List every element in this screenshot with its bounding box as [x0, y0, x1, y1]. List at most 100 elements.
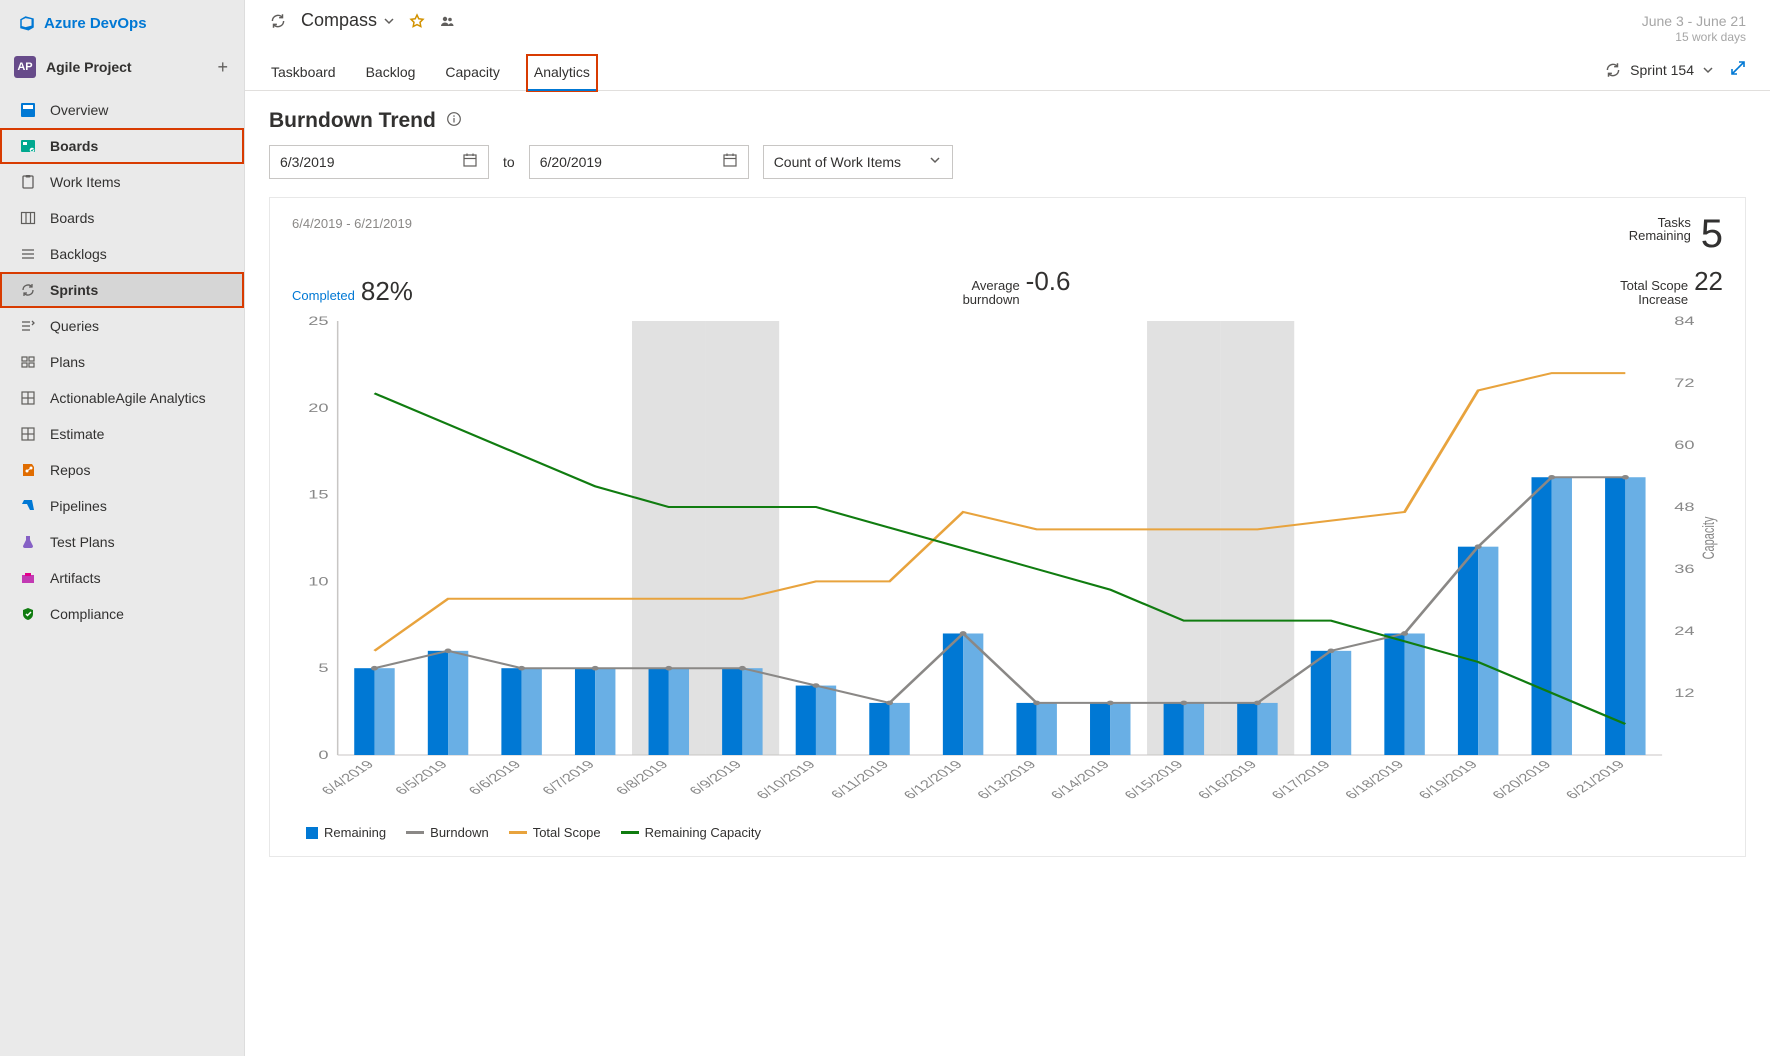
svg-text:6/12/2019: 6/12/2019	[900, 759, 966, 802]
svg-text:6/4/2019: 6/4/2019	[318, 759, 378, 798]
sprint-cycle-icon	[1604, 61, 1622, 79]
calendar-icon	[462, 152, 478, 171]
sidebar-item-test-plans[interactable]: Test Plans	[0, 524, 244, 560]
sidebar-label: Boards	[50, 210, 94, 226]
start-date-value: 6/3/2019	[280, 154, 335, 170]
svg-text:6/16/2019: 6/16/2019	[1195, 759, 1261, 802]
metric-dropdown-value: Count of Work Items	[774, 154, 901, 170]
pipelines-icon	[18, 498, 38, 514]
project-name: Agile Project	[46, 59, 132, 75]
team-members-icon[interactable]	[439, 13, 455, 29]
svg-text:6/13/2019: 6/13/2019	[974, 759, 1040, 802]
work-days-text: 15 work days	[1642, 30, 1746, 46]
chart-legend: Remaining Burndown Total Scope Remaining…	[292, 815, 1723, 842]
project-initials-badge: AP	[14, 56, 36, 78]
sidebar-item-compliance[interactable]: Compliance	[0, 596, 244, 632]
sidebar-item-overview[interactable]: Overview	[0, 92, 244, 128]
sidebar-label: Sprints	[50, 282, 98, 298]
board-grid-icon	[18, 210, 38, 226]
calendar-icon	[722, 152, 738, 171]
svg-text:0: 0	[318, 749, 328, 762]
add-project-icon[interactable]: +	[217, 57, 228, 78]
sidebar-item-estimate[interactable]: Estimate	[0, 416, 244, 452]
svg-text:6/5/2019: 6/5/2019	[392, 759, 452, 798]
sidebar-label: Compliance	[50, 606, 124, 622]
sidebar-item-artifacts[interactable]: Artifacts	[0, 560, 244, 596]
tab-capacity[interactable]: Capacity	[443, 56, 501, 90]
azure-devops-logo-icon	[18, 14, 36, 32]
svg-text:25: 25	[308, 315, 328, 328]
tasks-remaining-value: 5	[1701, 216, 1723, 252]
repos-icon	[18, 462, 38, 478]
info-icon[interactable]	[446, 111, 462, 130]
artifacts-icon	[18, 570, 38, 586]
project-row[interactable]: AP Agile Project +	[0, 42, 244, 92]
svg-text:12: 12	[1674, 687, 1694, 700]
svg-text:20: 20	[308, 402, 328, 415]
svg-text:6/6/2019: 6/6/2019	[466, 759, 526, 798]
sidebar-item-sprints[interactable]: Sprints	[0, 272, 244, 308]
scope-label-2: Increase	[1638, 292, 1688, 307]
svg-text:6/20/2019: 6/20/2019	[1489, 759, 1555, 802]
sidebar-item-repos[interactable]: Repos	[0, 452, 244, 488]
list-icon	[18, 246, 38, 262]
compliance-icon	[18, 606, 38, 622]
sidebar-label: Backlogs	[50, 246, 107, 262]
sidebar-label: Repos	[50, 462, 90, 478]
svg-text:6/17/2019: 6/17/2019	[1268, 759, 1334, 802]
sidebar-item-plans[interactable]: Plans	[0, 344, 244, 380]
grid-icon	[18, 390, 38, 406]
sidebar-item-backlogs[interactable]: Backlogs	[0, 236, 244, 272]
avg-label-2: burndown	[963, 292, 1020, 307]
svg-text:6/19/2019: 6/19/2019	[1415, 759, 1481, 802]
sidebar-label: Estimate	[50, 426, 104, 442]
metric-dropdown[interactable]: Count of Work Items	[763, 145, 953, 179]
fullscreen-icon[interactable]	[1730, 60, 1746, 79]
end-date-input[interactable]: 6/20/2019	[529, 145, 749, 179]
sidebar-item-work-items[interactable]: Work Items	[0, 164, 244, 200]
favorite-star-icon[interactable]	[409, 13, 425, 29]
date-range-text: June 3 - June 21	[1642, 12, 1746, 30]
sprint-picker-label: Sprint 154	[1630, 62, 1694, 78]
tab-analytics[interactable]: Analytics	[528, 56, 596, 90]
sidebar-item-pipelines[interactable]: Pipelines	[0, 488, 244, 524]
sidebar-item-boards[interactable]: Boards	[0, 128, 244, 164]
sidebar-item-boards-sub[interactable]: Boards	[0, 200, 244, 236]
plans-icon	[18, 354, 38, 370]
avg-label-1: Average	[971, 278, 1019, 293]
svg-text:10: 10	[308, 576, 328, 589]
scope-label-1: Total Scope	[1620, 278, 1688, 293]
start-date-input[interactable]: 6/3/2019	[269, 145, 489, 179]
svg-text:Capacity: Capacity	[1700, 516, 1719, 559]
sidebar-label: Plans	[50, 354, 85, 370]
svg-text:48: 48	[1674, 501, 1694, 514]
burndown-chart: 051015202512243648607284Capacity6/4/2019…	[292, 315, 1723, 815]
sidebar-label: Test Plans	[50, 534, 115, 550]
sidebar-label: Work Items	[50, 174, 121, 190]
end-date-value: 6/20/2019	[540, 154, 602, 170]
sprint-picker[interactable]: Sprint 154	[1604, 61, 1714, 79]
svg-text:15: 15	[308, 489, 328, 502]
svg-text:36: 36	[1674, 563, 1694, 576]
sidebar-item-actionable-agile[interactable]: ActionableAgile Analytics	[0, 380, 244, 416]
overview-icon	[18, 102, 38, 118]
svg-text:6/11/2019: 6/11/2019	[828, 759, 893, 802]
legend-remaining: Remaining	[306, 825, 386, 840]
team-picker[interactable]: Compass	[301, 10, 395, 31]
svg-text:6/8/2019: 6/8/2019	[613, 759, 673, 798]
product-name: Azure DevOps	[44, 15, 147, 32]
svg-text:6/7/2019: 6/7/2019	[539, 759, 599, 798]
legend-capacity: Remaining Capacity	[621, 825, 761, 840]
product-header[interactable]: Azure DevOps	[0, 0, 244, 42]
avg-burndown-metric: Average burndown -0.6	[963, 266, 1071, 308]
tab-taskboard[interactable]: Taskboard	[269, 56, 338, 90]
chevron-down-icon	[383, 15, 395, 27]
scope-value: 22	[1694, 266, 1723, 297]
boards-icon	[18, 138, 38, 154]
completed-metric: Completed 82%	[292, 276, 413, 307]
sidebar-item-queries[interactable]: Queries	[0, 308, 244, 344]
svg-text:24: 24	[1674, 625, 1695, 638]
tab-backlog[interactable]: Backlog	[364, 56, 418, 90]
completed-label: Completed	[292, 289, 355, 303]
clipboard-icon	[18, 174, 38, 190]
